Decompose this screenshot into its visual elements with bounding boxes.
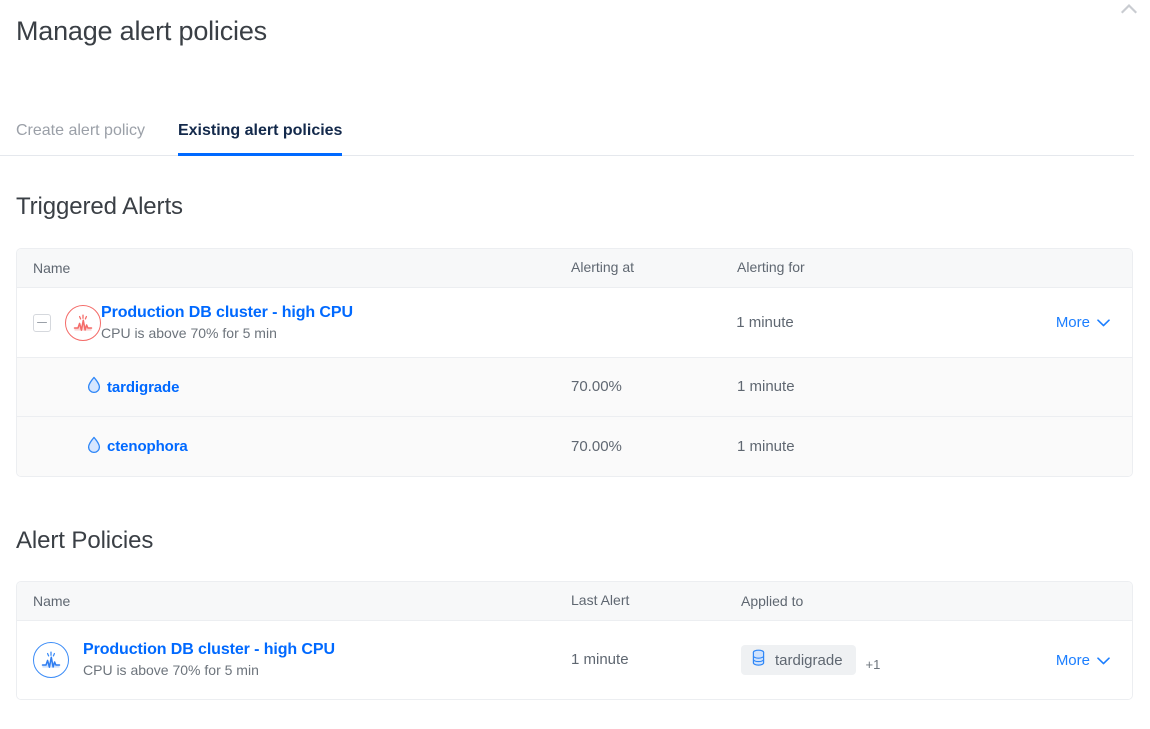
alerting-at-value: 70.00%	[571, 378, 622, 395]
column-header-alerting-for: Alerting for	[737, 259, 805, 275]
chevron-down-icon	[1097, 652, 1110, 669]
alert-pulse-icon-blue	[33, 642, 69, 678]
table-row: ctenophora 70.00% 1 minute	[17, 417, 1132, 476]
applied-to-extra-count: +1	[866, 657, 881, 672]
alert-policy-link[interactable]: Production DB cluster - high CPU	[83, 640, 335, 660]
applied-to-chip[interactable]: tardigrade	[741, 645, 856, 675]
resource-link[interactable]: ctenophora	[87, 436, 188, 458]
last-alert-value: 1 minute	[571, 651, 629, 668]
alerting-for-value: 1 minute	[737, 438, 795, 455]
table-header-row: Name Last Alert Applied to	[17, 582, 1132, 621]
table-row: tardigrade 70.00% 1 minute	[17, 358, 1132, 417]
alert-policy-link[interactable]: Production DB cluster - high CPU	[101, 303, 353, 323]
collapse-row-toggle[interactable]	[33, 314, 51, 332]
chevron-down-icon	[1097, 314, 1110, 331]
column-header-applied-to: Applied to	[741, 593, 803, 609]
droplet-icon	[87, 436, 101, 458]
alert-policies-table: Name Last Alert Applied to Production D	[16, 581, 1133, 700]
page-title: Manage alert policies	[16, 16, 267, 47]
table-header-row: Name Alerting at Alerting for	[17, 249, 1132, 288]
alert-pulse-icon-red	[65, 305, 101, 341]
applied-to-chip-label: tardigrade	[775, 652, 843, 669]
tab-bar: Create alert policy Existing alert polic…	[0, 112, 1134, 156]
collapse-panel-button[interactable]	[1116, 0, 1142, 20]
tab-existing-alert-policies[interactable]: Existing alert policies	[178, 121, 343, 156]
triggered-alerts-heading: Triggered Alerts	[16, 193, 183, 221]
droplet-icon	[87, 376, 101, 398]
more-button[interactable]: More	[1056, 314, 1110, 331]
alerting-for-value: 1 minute	[737, 378, 795, 395]
chevron-up-icon	[1121, 1, 1137, 19]
resource-name: ctenophora	[107, 438, 188, 455]
resource-link[interactable]: tardigrade	[87, 376, 179, 398]
minus-square-icon	[37, 322, 47, 324]
alert-policy-description: CPU is above 70% for 5 min	[83, 661, 335, 680]
alerting-at-value: 70.00%	[571, 438, 622, 455]
manage-alert-policies-page: Manage alert policies Create alert polic…	[0, 0, 1150, 729]
table-row: Production DB cluster - high CPU CPU is …	[17, 288, 1132, 358]
alert-policies-heading: Alert Policies	[16, 527, 153, 555]
more-button-label: More	[1056, 314, 1090, 331]
table-row: Production DB cluster - high CPU CPU is …	[17, 621, 1132, 699]
database-icon	[751, 649, 766, 672]
alert-policy-description: CPU is above 70% for 5 min	[101, 324, 353, 343]
column-header-name: Name	[33, 260, 70, 276]
more-button[interactable]: More	[1056, 652, 1110, 669]
triggered-alerts-table: Name Alerting at Alerting for	[16, 248, 1133, 477]
column-header-last-alert: Last Alert	[571, 592, 629, 608]
more-button-label: More	[1056, 652, 1090, 669]
column-header-name: Name	[33, 593, 70, 609]
alerting-for-value: 1 minute	[736, 314, 794, 331]
tab-create-alert-policy[interactable]: Create alert policy	[16, 121, 145, 156]
resource-name: tardigrade	[107, 379, 179, 396]
column-header-alerting-at: Alerting at	[571, 259, 634, 275]
